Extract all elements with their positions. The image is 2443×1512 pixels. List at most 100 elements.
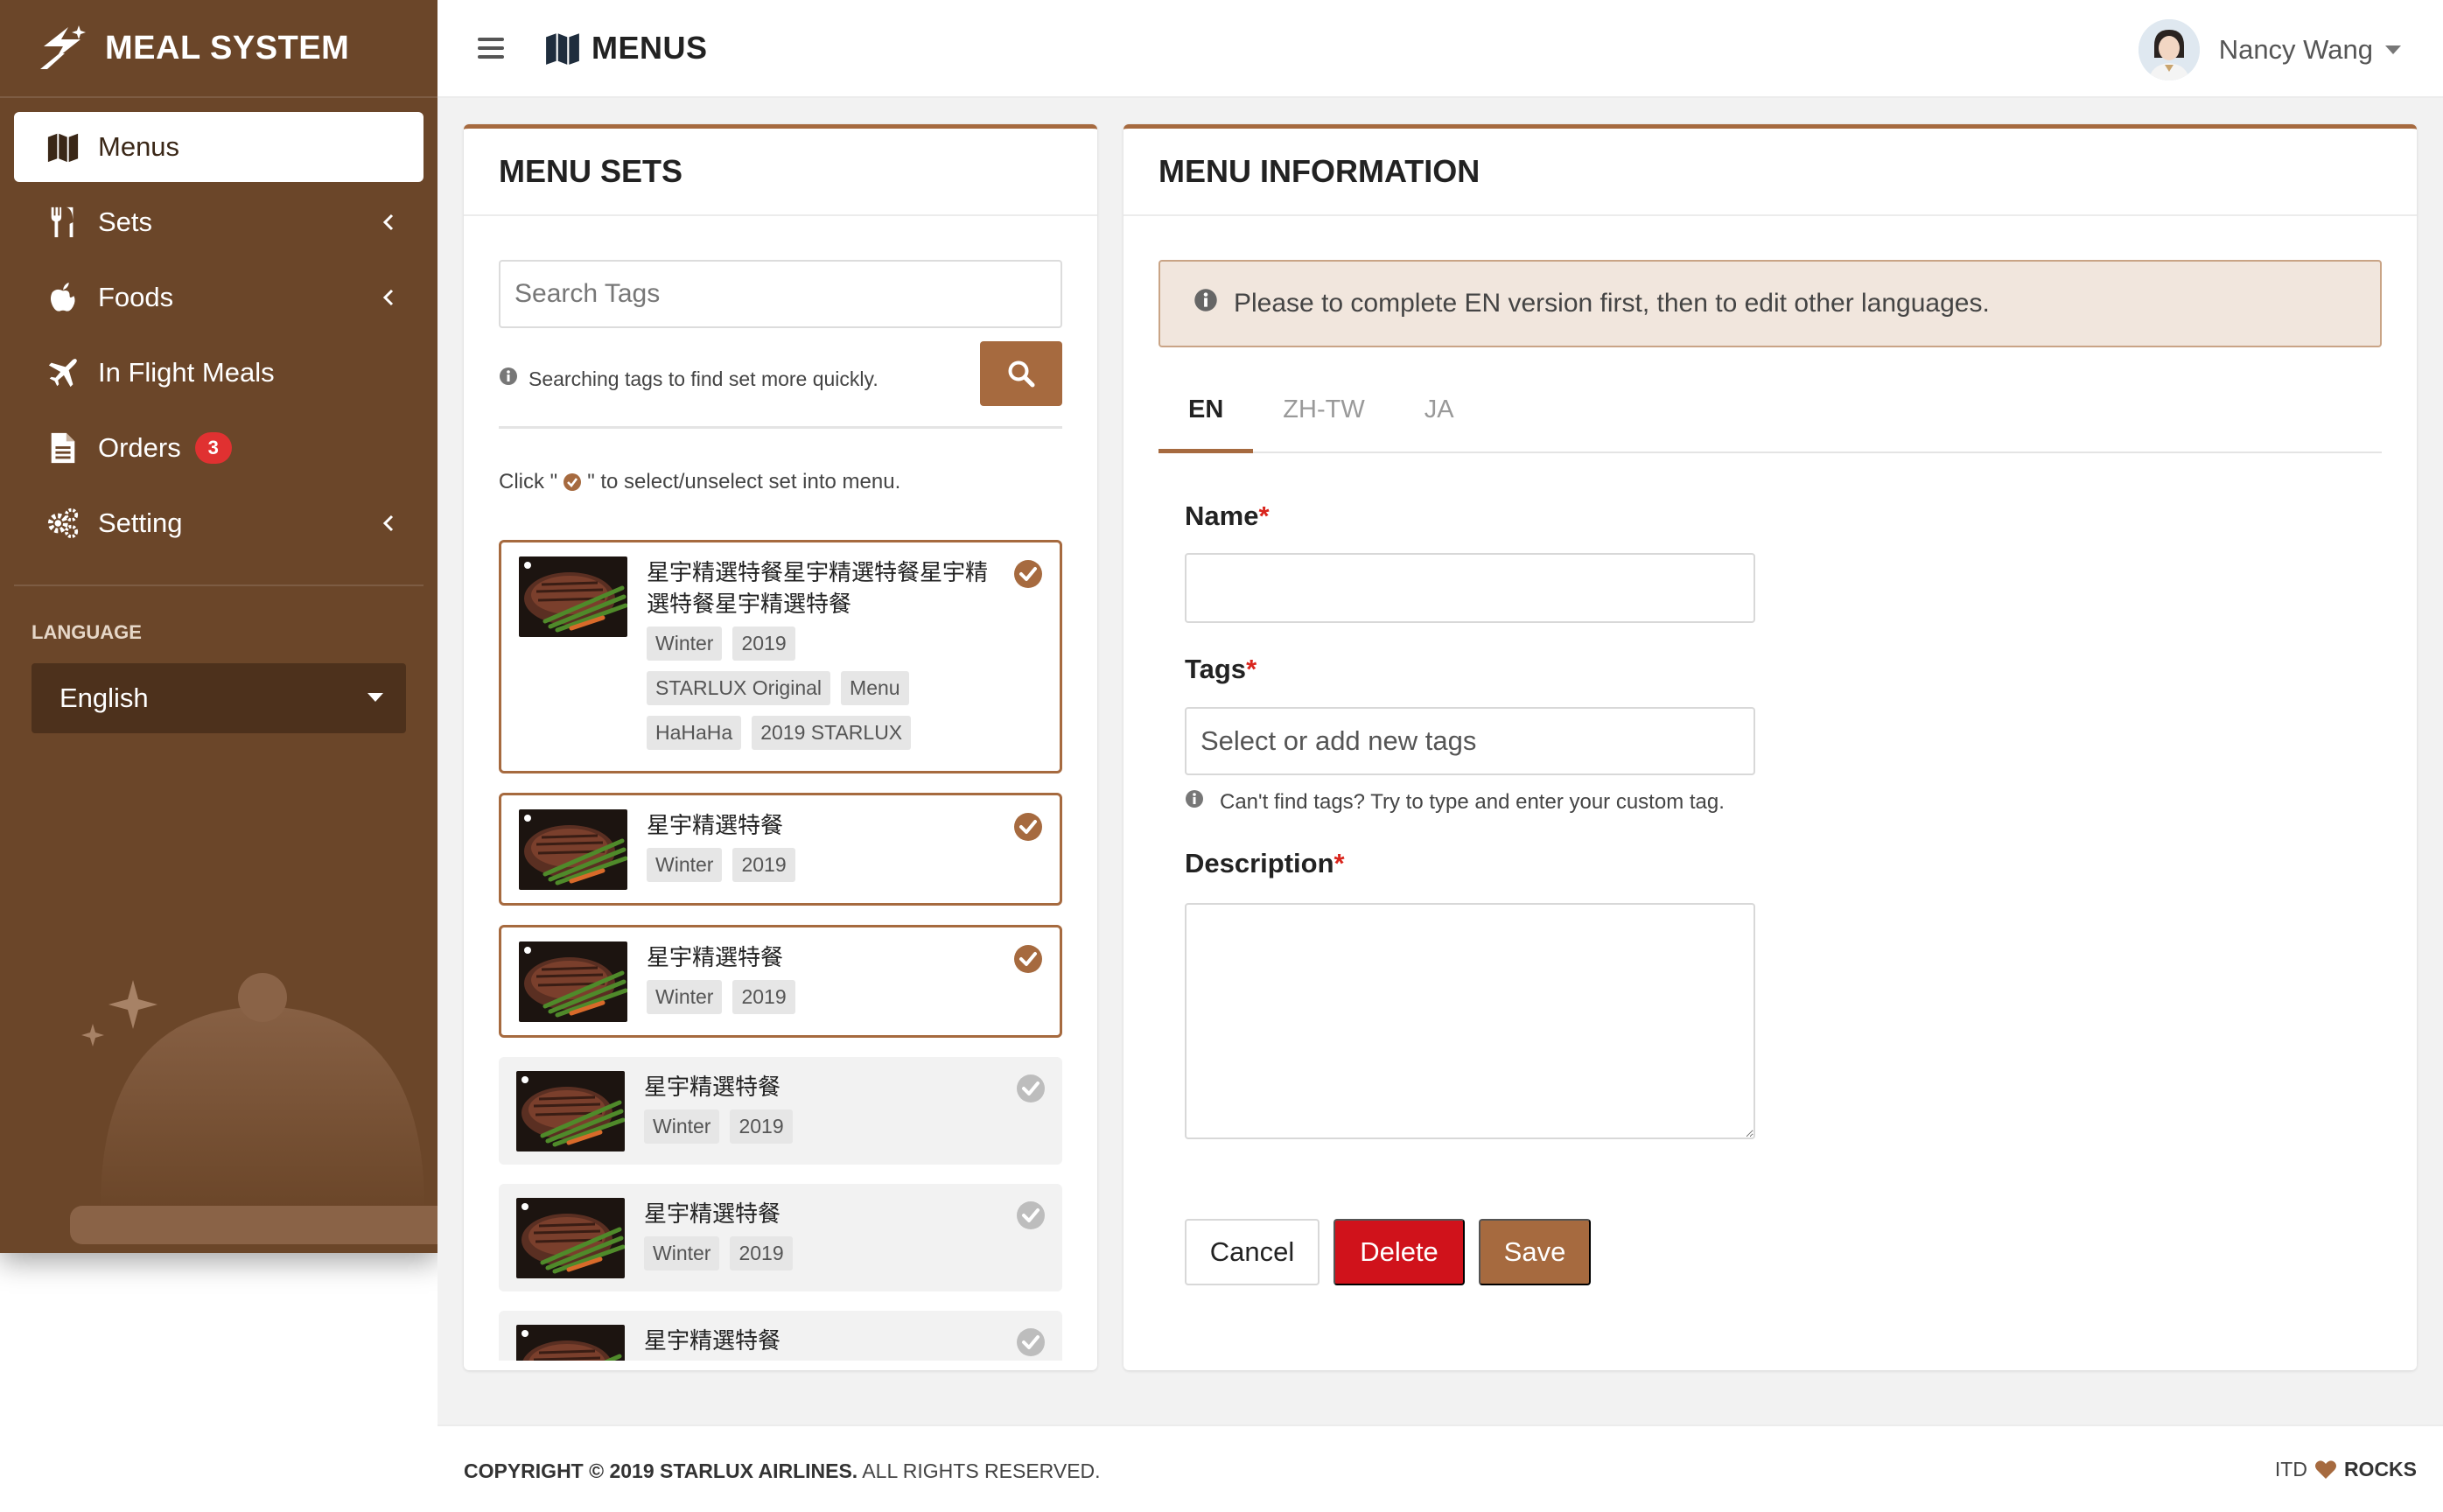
set-item[interactable]: 星宇精選特餐 Winter 2019	[499, 925, 1062, 1038]
cloche-illustration	[70, 973, 438, 1244]
brand-name: MEAL SYSTEM	[105, 29, 350, 66]
tag-badge: Winter	[647, 980, 723, 1014]
tag-badge: 2019	[730, 1236, 793, 1270]
search-button[interactable]	[980, 341, 1062, 406]
tag-badge: Winter	[644, 1110, 720, 1144]
set-tags: Winter 2019	[647, 848, 997, 892]
main-content: MENU SETS Searching tags to find set mor…	[438, 98, 2443, 1424]
required-mark: *	[1246, 654, 1257, 684]
set-tags: Winter 2019 STARLUX Original Menu HaHaHa 2019…	[647, 626, 997, 760]
caret-down-icon	[368, 693, 383, 702]
sidebar-item-label: Menus	[98, 131, 180, 162]
sidebar-nav: Menus Sets Foods In Flight Meals Orders …	[0, 98, 438, 558]
copyright: COPYRIGHT © 2019 STARLUX AIRLINES. ALL R…	[464, 1460, 1101, 1483]
footer: COPYRIGHT © 2019 STARLUX AIRLINES. ALL R…	[438, 1424, 2443, 1512]
language-tabs: EN ZH-TW JA	[1158, 387, 2382, 453]
language-select[interactable]: English	[32, 663, 406, 733]
sidebar-item-in-flight-meals[interactable]: In Flight Meals	[14, 338, 424, 408]
sidebar-item-orders[interactable]: Orders 3	[14, 413, 424, 483]
language-selected-value: English	[60, 682, 149, 713]
menu-information-title: MENU INFORMATION	[1124, 129, 2417, 216]
chevron-left-icon	[382, 514, 394, 532]
check-circle-icon[interactable]	[1012, 811, 1044, 843]
set-item[interactable]: 星宇精選特餐Winter2019	[499, 1057, 1062, 1165]
map-icon	[46, 130, 80, 164]
search-hint-text: Searching tags to find set more quickly.	[528, 367, 878, 390]
check-circle-icon[interactable]	[1012, 558, 1044, 590]
user-name: Nancy Wang	[2218, 34, 2373, 65]
set-name: 星宇精選特餐	[644, 1200, 781, 1227]
search-icon	[1008, 360, 1035, 388]
map-icon	[546, 33, 579, 65]
set-name: 星宇精選特餐	[647, 812, 784, 838]
tags-field[interactable]	[1185, 707, 1755, 775]
menu-sets-title: MENU SETS	[464, 129, 1097, 216]
avatar	[2138, 19, 2200, 80]
hamburger-menu-icon[interactable]	[478, 38, 504, 59]
set-item[interactable]: 星宇精選特餐 Winter2019	[499, 793, 1062, 906]
user-menu[interactable]: Nancy Wang	[2138, 19, 2401, 80]
plane-icon	[46, 355, 80, 390]
utensils-icon	[46, 205, 80, 240]
check-circle-icon[interactable]	[1015, 1073, 1046, 1104]
apple-icon	[46, 280, 80, 315]
sidebar-item-setting[interactable]: Setting	[14, 488, 424, 558]
check-circle-icon	[564, 473, 582, 491]
description-field[interactable]	[1185, 903, 1755, 1139]
select-hint-prefix: Click "	[499, 470, 558, 494]
heart-icon	[2314, 1460, 2336, 1479]
sidebar-item-menus[interactable]: Menus	[14, 112, 424, 182]
cogs-icon	[46, 506, 80, 541]
sidebar-item-label: Setting	[98, 508, 183, 538]
search-tags-input[interactable]	[499, 260, 1062, 328]
tab-zh-tw[interactable]: ZH-TW	[1253, 387, 1394, 453]
delete-button[interactable]: Delete	[1334, 1219, 1465, 1285]
tag-badge: 2019	[732, 980, 795, 1014]
brand-logo-icon	[40, 25, 86, 69]
steak-thumbnail	[516, 1198, 625, 1278]
select-hint: Click " " to select/unselect set into me…	[499, 470, 900, 494]
check-circle-icon[interactable]	[1015, 1200, 1046, 1231]
sidebar-item-label: Orders	[98, 432, 181, 463]
tag-badge: HaHaHa	[647, 716, 742, 750]
set-item[interactable]: 星宇精選特餐星宇精選特餐星宇精選特餐星宇精選特餐 Winter 2019 STARLU…	[499, 540, 1062, 774]
steak-thumbnail	[516, 1071, 625, 1152]
check-circle-icon[interactable]	[1015, 1326, 1046, 1358]
steak-thumbnail	[519, 556, 627, 637]
footer-prefix: ITD	[2274, 1458, 2307, 1480]
tags-label: Tags*	[1185, 654, 1256, 685]
set-name: 星宇精選特餐	[647, 944, 784, 970]
required-mark: *	[1258, 500, 1270, 531]
tag-badge: Menu	[841, 671, 909, 705]
tag-badge: 2019 STARLUX	[752, 716, 912, 750]
info-circle-icon	[1185, 789, 1204, 815]
language-alert: Please to complete EN version first, the…	[1158, 260, 2382, 347]
sidebar-item-foods[interactable]: Foods	[14, 262, 424, 332]
footer-tagline: ITD ROCKS	[2275, 1458, 2417, 1481]
orders-count-badge: 3	[194, 432, 232, 464]
set-body: 星宇精選特餐Winter2019	[644, 1325, 994, 1361]
tag-badge: Winter	[647, 848, 723, 882]
set-body: 星宇精選特餐 Winter2019	[647, 809, 997, 892]
set-name: 星宇精選特餐	[644, 1074, 781, 1100]
tag-badge: Winter	[644, 1236, 720, 1270]
tag-badge: Winter	[647, 626, 723, 661]
page-title-text: MENUS	[592, 30, 708, 66]
save-button[interactable]: Save	[1479, 1219, 1591, 1285]
check-circle-icon[interactable]	[1012, 943, 1044, 975]
set-tags: Winter 2019	[647, 980, 997, 1025]
tab-en[interactable]: EN	[1158, 387, 1254, 453]
tab-ja[interactable]: JA	[1395, 387, 1484, 453]
set-item[interactable]: 星宇精選特餐 Winter 2019	[499, 1184, 1062, 1292]
topbar: MENUS Nancy Wang	[438, 0, 2443, 98]
set-item[interactable]: 星宇精選特餐Winter2019	[499, 1311, 1062, 1361]
sidebar-item-sets[interactable]: Sets	[14, 187, 424, 257]
name-field[interactable]	[1185, 553, 1755, 623]
footer-suffix: ROCKS	[2343, 1458, 2417, 1480]
brand[interactable]: MEAL SYSTEM	[0, 0, 438, 98]
sidebar-divider	[14, 584, 424, 586]
tags-hint: Can't find tags? Try to type and enter y…	[1185, 789, 1725, 815]
cancel-button[interactable]: Cancel	[1185, 1219, 1320, 1285]
divider	[499, 426, 1062, 429]
menu-information-card: MENU INFORMATION Please to complete EN v…	[1124, 124, 2417, 1370]
